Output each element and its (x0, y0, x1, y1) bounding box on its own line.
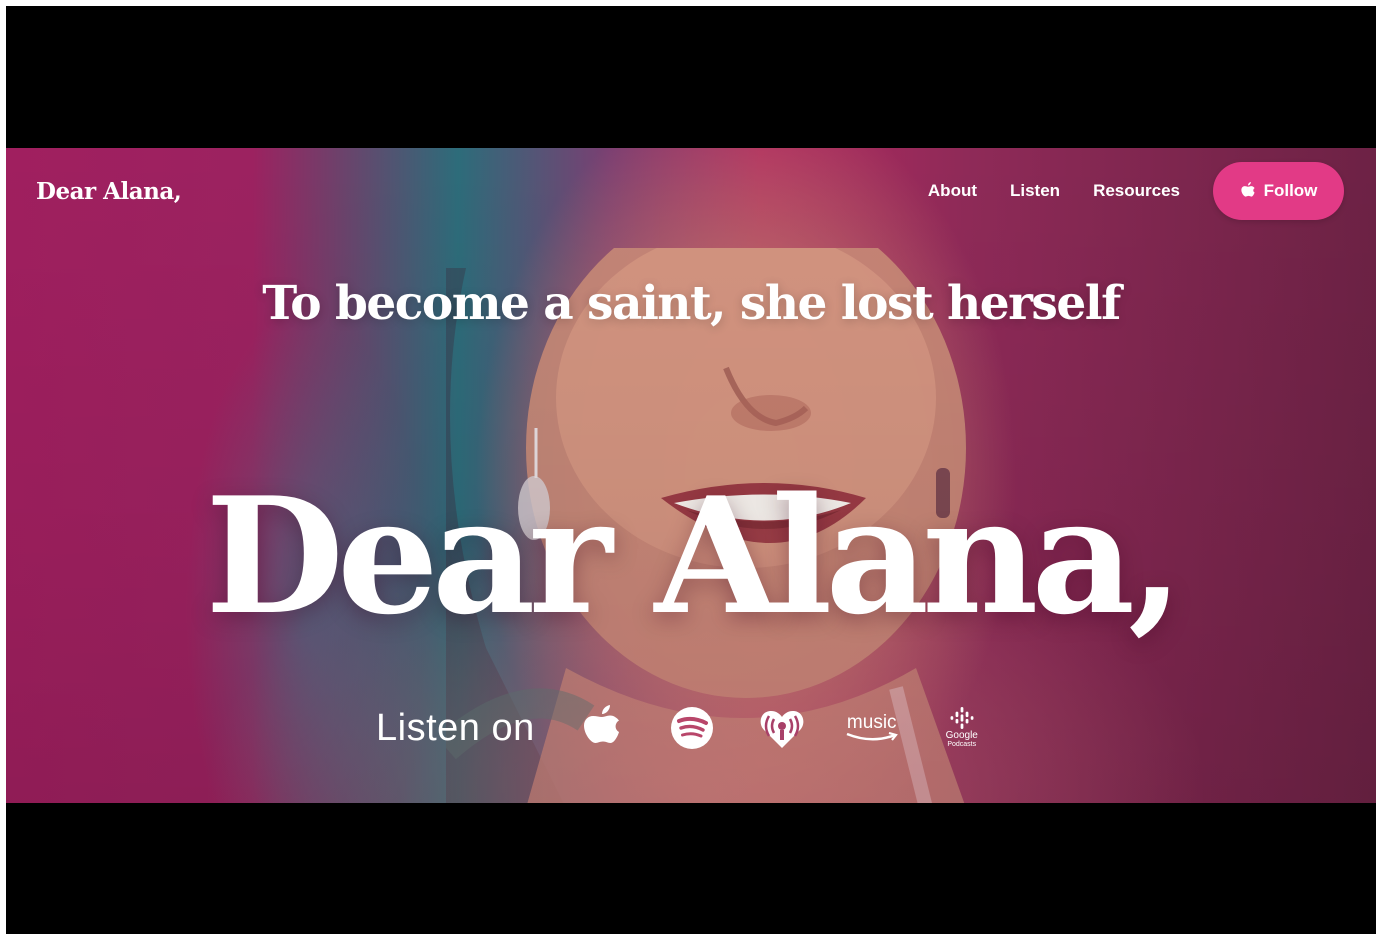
top-nav: About Listen Resources Follow (928, 162, 1344, 220)
amazon-music-icon[interactable]: music (845, 701, 899, 755)
google-podcasts-icon[interactable]: Google Podcasts (935, 701, 989, 755)
amazon-music-label: music (846, 712, 897, 733)
follow-button[interactable]: Follow (1213, 162, 1344, 220)
google-podcasts-label: Google (945, 730, 978, 741)
hero-tagline: To become a saint, she lost herself (262, 276, 1121, 331)
listen-on-label: Listen on (376, 706, 535, 749)
nav-link-resources[interactable]: Resources (1093, 181, 1180, 201)
apple-podcasts-icon[interactable] (575, 701, 629, 755)
site-logo[interactable]: Dear Alana, (36, 178, 182, 205)
listen-on-row: Listen on music Google Podcasts (376, 698, 1025, 758)
google-podcasts-sublabel: Podcasts (947, 741, 977, 748)
follow-button-label: Follow (1263, 181, 1318, 200)
nav-link-about[interactable]: About (928, 181, 977, 201)
nav-link-listen[interactable]: Listen (1010, 181, 1060, 201)
video-frame: Dear Alana, About Listen Resources Follo… (6, 6, 1376, 934)
apple-icon (1240, 182, 1256, 200)
spotify-icon[interactable] (665, 701, 719, 755)
iheartradio-icon[interactable] (755, 701, 809, 755)
hero-section: Dear Alana, About Listen Resources Follo… (6, 148, 1376, 803)
hero-title: Dear Alana, (205, 462, 1184, 650)
